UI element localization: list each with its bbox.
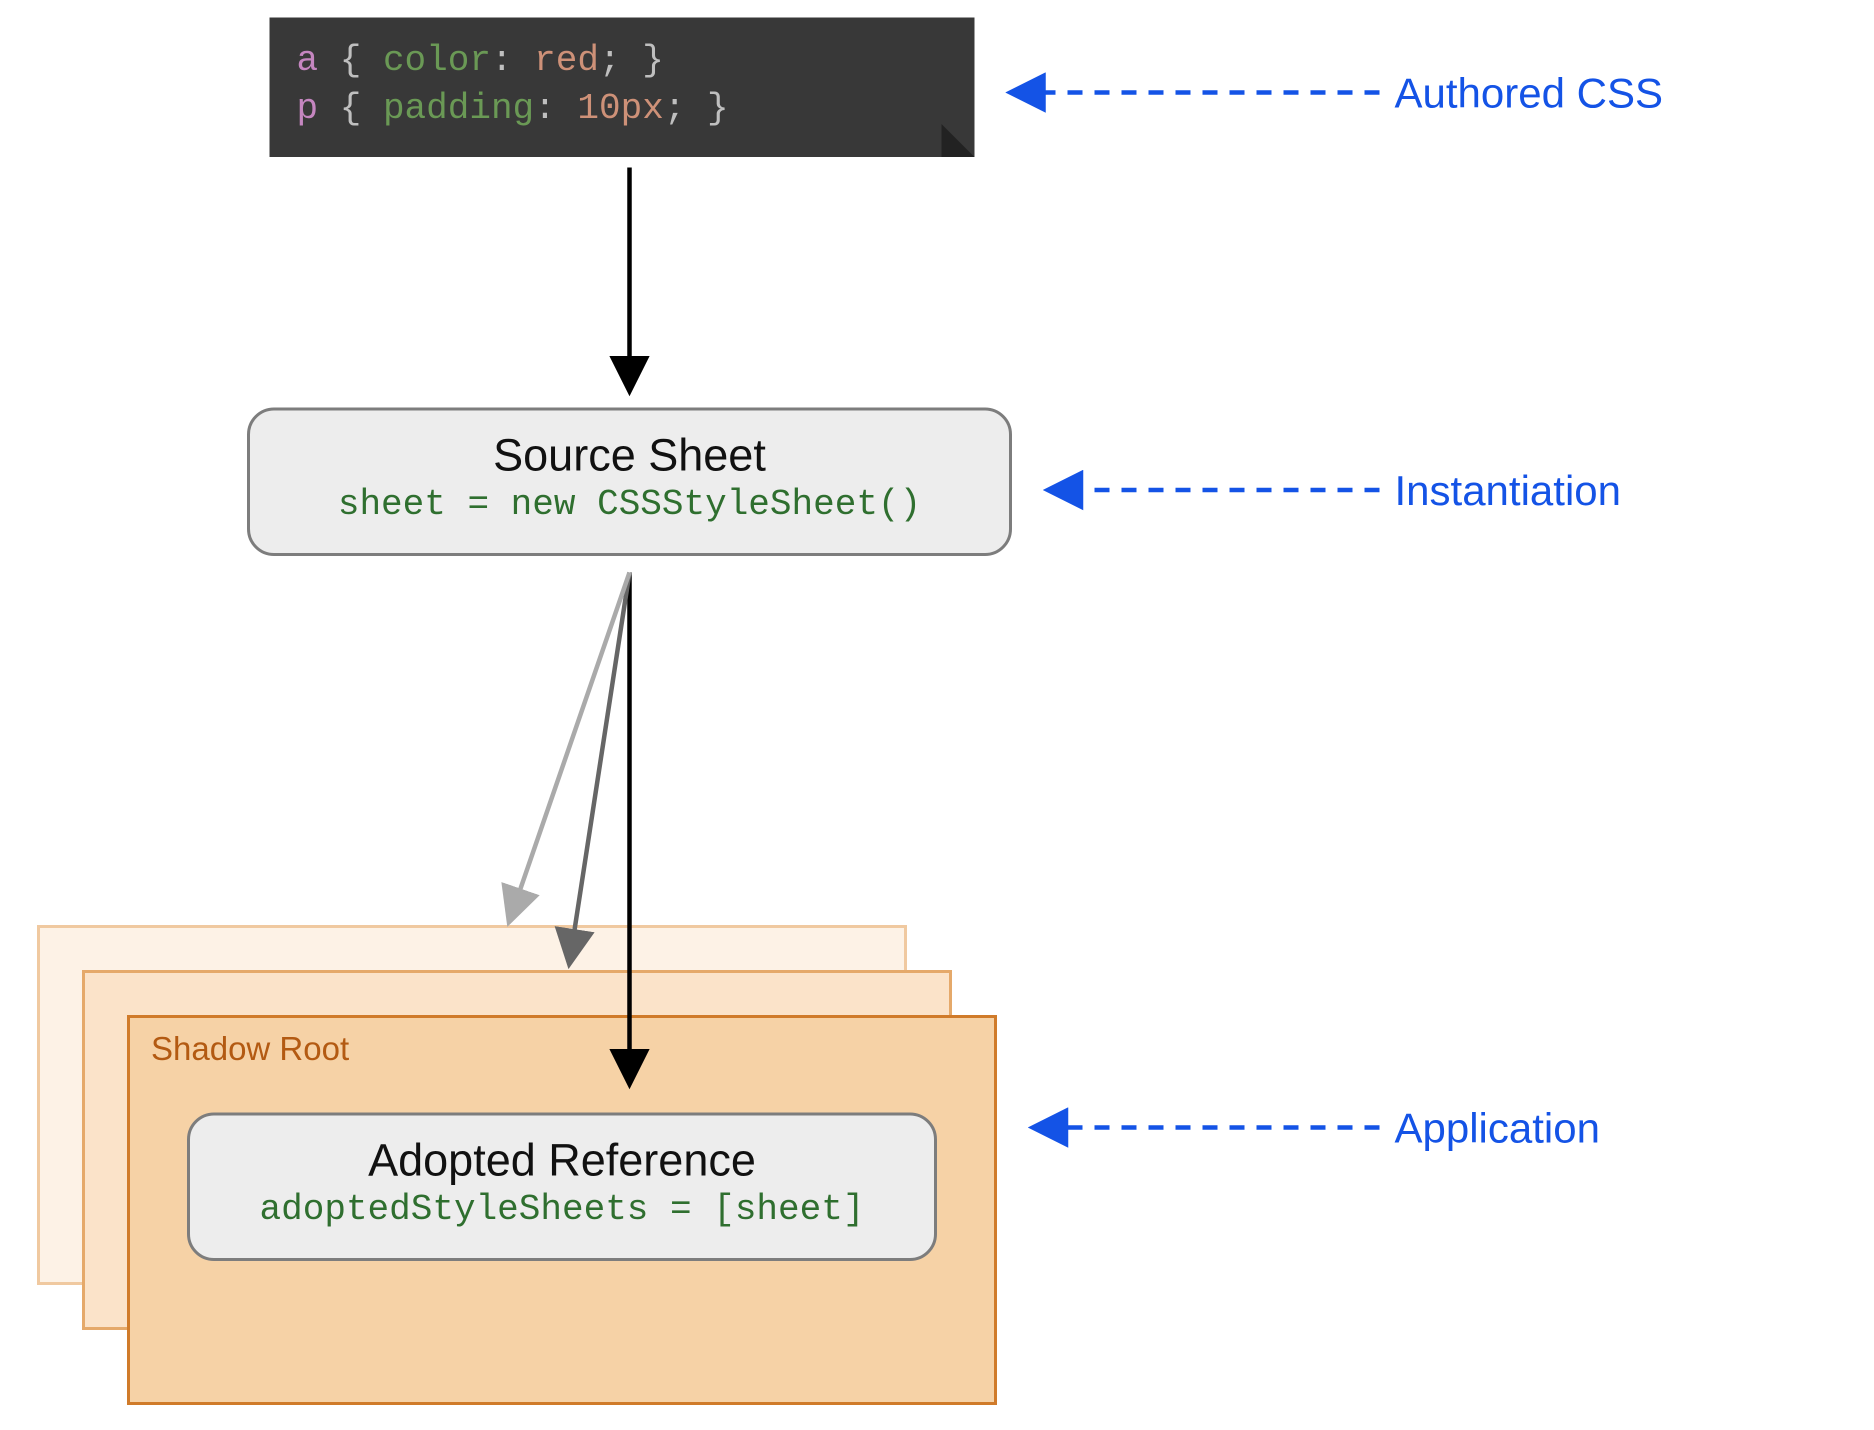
source-sheet-title: Source Sheet	[268, 432, 991, 483]
css-selector: p	[297, 90, 319, 131]
css-selector: a	[297, 42, 319, 83]
adopted-reference-code: adoptedStyleSheets = [sheet]	[208, 1191, 916, 1232]
adopted-reference-title: Adopted Reference	[208, 1137, 916, 1188]
authored-css-code-box: a { color: red; } p { padding: 10px; }	[270, 18, 975, 157]
diagram-stage: a { color: red; } p { padding: 10px; } S…	[0, 3, 1874, 1428]
shadow-root-label: Shadow Root	[151, 1030, 349, 1069]
source-sheet-box: Source Sheet sheet = new CSSStyleSheet()	[247, 408, 1012, 557]
adopted-reference-box: Adopted Reference adoptedStyleSheets = […	[187, 1113, 937, 1262]
arrow-source-to-mid	[570, 573, 630, 963]
annotation-application: Application	[1395, 1105, 1600, 1153]
css-property: padding	[383, 90, 534, 131]
css-value: red	[534, 42, 599, 83]
source-sheet-code: sheet = new CSSStyleSheet()	[268, 486, 991, 527]
annotation-instantiation: Instantiation	[1395, 468, 1622, 516]
annotation-authored-css: Authored CSS	[1395, 70, 1664, 118]
css-value: 10px	[577, 90, 663, 131]
css-property: color	[383, 42, 491, 83]
arrow-source-to-back	[510, 573, 630, 921]
